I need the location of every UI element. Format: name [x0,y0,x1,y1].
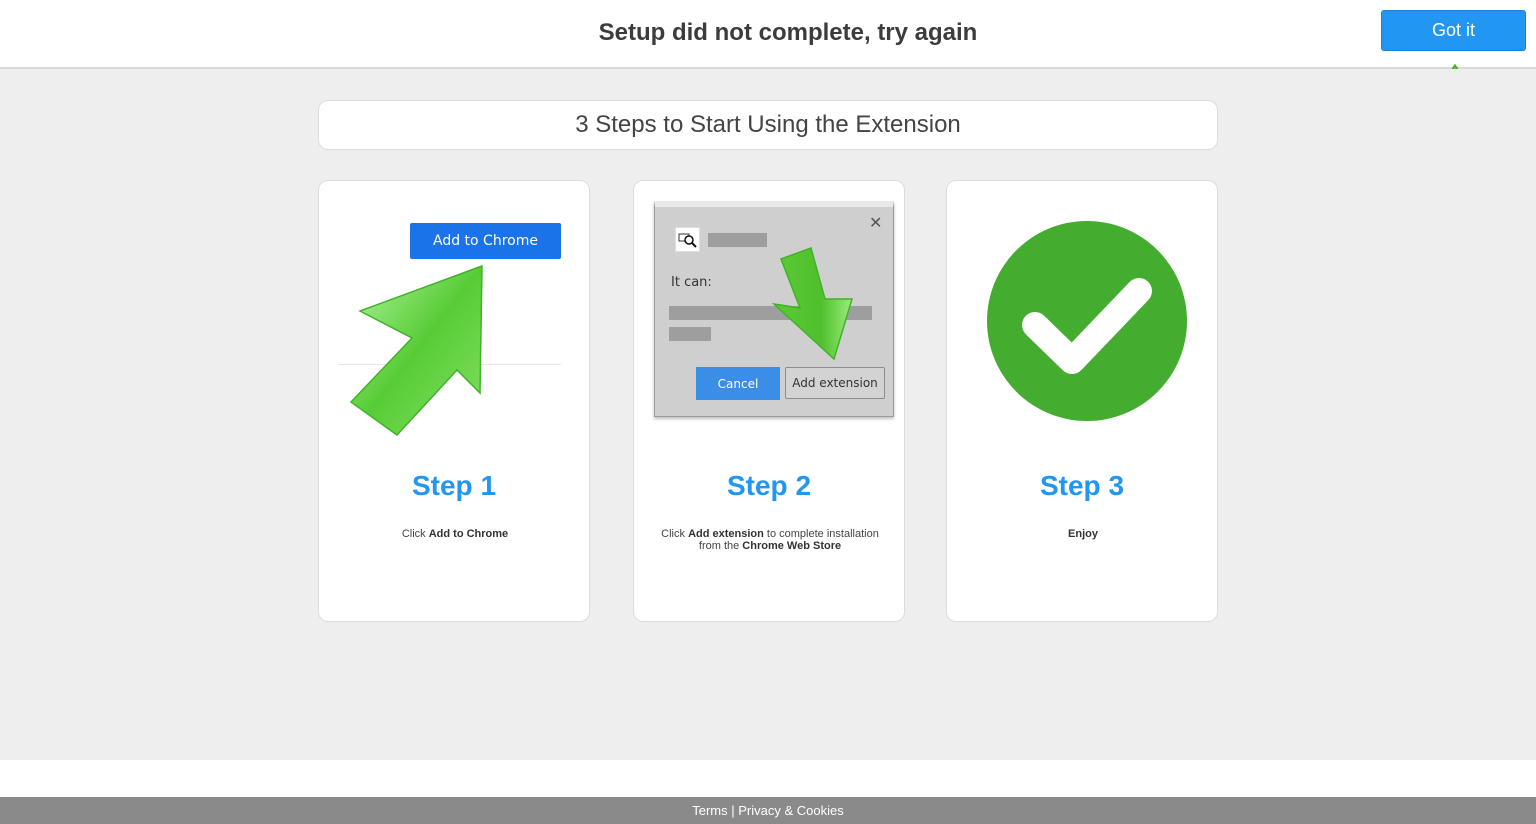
step-card-2: ✕ It can: Cancel Add extension Step 2 Cl… [633,180,905,622]
step-description: Click Add extension to complete installa… [661,528,879,552]
main-area: 3 Steps to Start Using the Extension Add… [0,69,1536,760]
top-bar: Setup did not complete, try again Got it [0,0,1536,69]
privacy-link[interactable]: Privacy & Cookies [738,803,843,818]
step-title: Step 1 [411,470,497,501]
add-extension-button: Add extension [785,367,885,399]
placeholder-bar [669,327,711,341]
add-to-chrome-button[interactable]: Add to Chrome [410,223,561,259]
step-card-3: Step 3 Enjoy [946,180,1218,622]
extension-search-icon [675,227,700,252]
arrow-diagonal-icon [349,264,483,436]
got-it-button[interactable]: Got it [1381,10,1526,51]
page-title: Setup did not complete, try again [598,19,978,46]
steps-heading: 3 Steps to Start Using the Extension [318,100,1218,150]
terms-link[interactable]: Terms [692,803,727,818]
step-title: Step 3 [1039,470,1125,501]
step-title: Step 2 [726,470,812,501]
arrow-down-icon [771,247,854,361]
cancel-button: Cancel [696,367,780,400]
placeholder-bar [708,233,767,247]
close-icon: ✕ [869,213,883,232]
step-description: Click Add to Chrome [401,528,509,540]
step-card-1: Add to Chrome Step 1 Click Add to Chrome [318,180,590,622]
checkmark-icon [987,221,1187,421]
footer-separator: | [727,803,739,818]
dialog-permissions-label: It can: [671,275,712,290]
footer: Terms | Privacy & Cookies [0,797,1536,824]
step-description: Enjoy [1068,528,1098,540]
